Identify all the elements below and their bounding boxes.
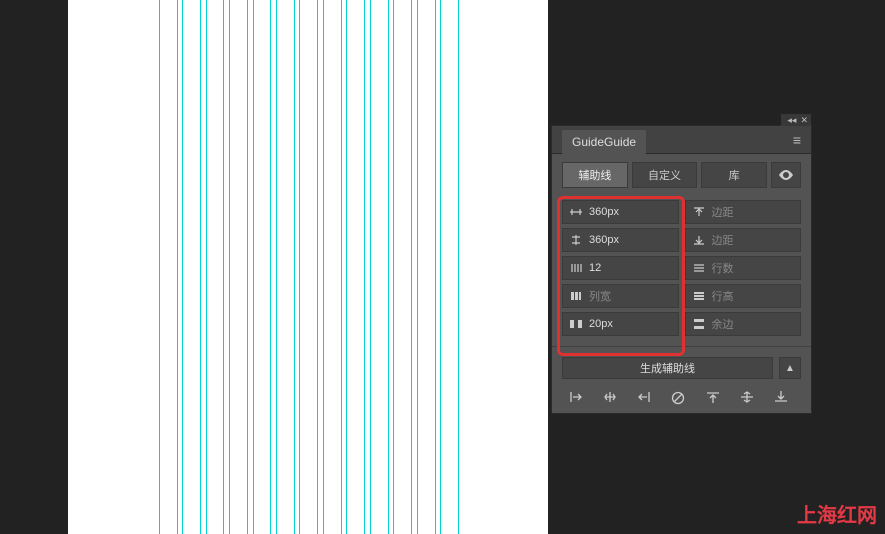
guide-line [364,0,365,534]
tabs-row: 辅助线 自定义 库 [552,154,811,194]
gutter-icon [569,319,583,329]
panel-title: GuideGuide [562,130,646,154]
guide-line [440,0,441,534]
guide-line [159,0,160,534]
row-height-icon [692,291,706,301]
column-width-icon [569,291,583,301]
panel-menu-icon[interactable]: ≡ [793,132,801,148]
guide-line [223,0,224,534]
eye-icon [779,170,793,180]
guide-line [323,0,324,534]
collapse-icon[interactable]: ◂◂ [787,115,796,126]
close-icon[interactable]: ✕ [800,115,808,126]
guide-line [182,0,183,534]
rows-icon [692,263,706,273]
tools-row [552,385,811,413]
action-row: 生成辅助线 ▲ [552,346,811,385]
tab-guides[interactable]: 辅助线 [562,162,628,188]
guide-line [435,0,436,534]
guide-line [417,0,418,534]
input-row-3: 12 行数 [562,256,801,280]
remainder-field[interactable]: 余边 [685,312,802,336]
height-field[interactable]: 360px [562,228,679,252]
margin-top-icon [692,207,706,217]
remainder-icon [692,319,706,329]
rows-field[interactable]: 行数 [685,256,802,280]
column-width-field[interactable]: 列宽 [562,284,679,308]
align-left-icon[interactable] [569,391,589,405]
gutter-field[interactable]: 20px [562,312,679,336]
panel-topbar: ◂◂ ✕ [781,114,811,126]
columns-icon [569,263,583,273]
watermark: 上海红网 [797,499,877,528]
generate-guides-button[interactable]: 生成辅助线 [562,357,773,379]
guide-line [346,0,347,534]
tab-visibility[interactable] [771,162,801,188]
guide-line [206,0,207,534]
document-canvas[interactable] [68,0,548,534]
dropdown-button[interactable]: ▲ [779,357,801,379]
row-height-field[interactable]: 行高 [685,284,802,308]
height-icon [569,235,583,245]
guide-line [411,0,412,534]
guide-line [253,0,254,534]
guide-line [393,0,394,534]
align-bottom-icon[interactable] [774,391,794,405]
guide-line [270,0,271,534]
guide-line [247,0,248,534]
align-center-v-icon[interactable] [740,391,760,405]
align-top-icon[interactable] [706,391,726,405]
guide-line [299,0,300,534]
guide-line [294,0,295,534]
width-field[interactable]: 360px [562,200,679,224]
margin-top-field[interactable]: 边距 [685,200,802,224]
columns-field[interactable]: 12 [562,256,679,280]
input-row-4: 列宽 行高 [562,284,801,308]
tab-custom[interactable]: 自定义 [632,162,698,188]
guide-line [458,0,459,534]
panel-header: GuideGuide ≡ [552,126,811,154]
clear-icon[interactable] [671,391,691,405]
width-icon [569,207,583,217]
guide-line [276,0,277,534]
guide-line [370,0,371,534]
guideguide-panel: ◂◂ ✕ GuideGuide ≡ 辅助线 自定义 库 360px 边距 [551,125,812,414]
guide-line [200,0,201,534]
margin-bottom-field[interactable]: 边距 [685,228,802,252]
guide-line [388,0,389,534]
guide-line [229,0,230,534]
tab-library[interactable]: 库 [701,162,767,188]
align-center-h-icon[interactable] [603,391,623,405]
input-row-5: 20px 余边 [562,312,801,336]
input-row-1: 360px 边距 [562,200,801,224]
input-row-2: 360px 边距 [562,228,801,252]
guide-line [177,0,178,534]
guide-line [317,0,318,534]
inputs-area: 360px 边距 360px 边距 12 行数 [552,194,811,346]
guide-line [341,0,342,534]
margin-bottom-icon [692,235,706,245]
align-right-icon[interactable] [637,391,657,405]
